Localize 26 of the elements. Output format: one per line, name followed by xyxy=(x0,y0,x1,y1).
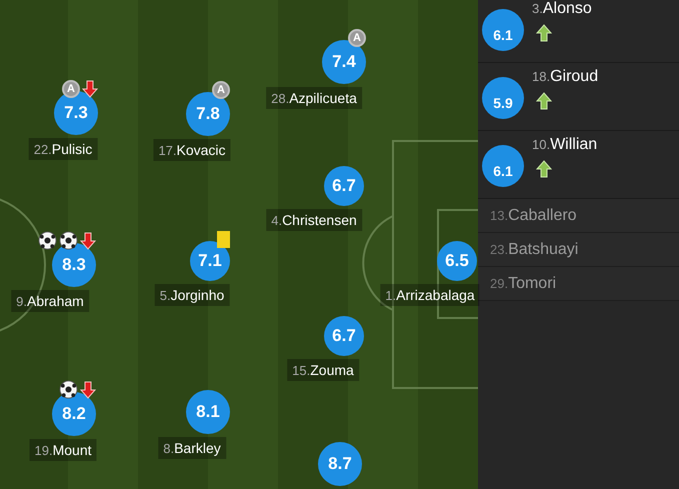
player-label: 9.Abraham xyxy=(11,290,89,312)
player-label: 28.Azpilicueta xyxy=(266,87,362,109)
player-label: 4.Christensen xyxy=(266,209,362,231)
player-name: 23.Batshuayi xyxy=(490,240,578,258)
player-name: 3.Alonso xyxy=(532,0,592,18)
rating-badge[interactable]: 6.1 xyxy=(482,145,524,187)
player-label: 1.Arrizabalaga xyxy=(380,284,480,306)
player-name: 29.Tomori xyxy=(490,274,556,292)
player-label: 8.Barkley xyxy=(158,437,226,459)
player-label: 22.Pulisic xyxy=(28,138,98,160)
arrow-down-icon xyxy=(80,381,96,399)
player-label: 17.Kovacic xyxy=(153,139,231,161)
arrow-down-icon xyxy=(80,232,96,250)
ball-icon xyxy=(59,231,78,250)
player-label: 19.Mount xyxy=(30,439,96,461)
player-label: 5.Jorginho xyxy=(154,284,230,306)
player-name: 13.Caballero xyxy=(490,206,577,224)
arrow-down-icon xyxy=(82,80,98,98)
ball-icon xyxy=(38,231,57,250)
ball-icon xyxy=(59,380,78,399)
player-name: 10.Willian xyxy=(532,136,598,154)
booking-card-icon xyxy=(217,231,230,248)
player-name: 18.Giroud xyxy=(532,68,598,86)
player-label: 15.Zouma xyxy=(287,359,359,381)
rating-badge[interactable]: 6.1 xyxy=(482,9,524,51)
rating-badge[interactable]: 5.9 xyxy=(482,77,524,119)
